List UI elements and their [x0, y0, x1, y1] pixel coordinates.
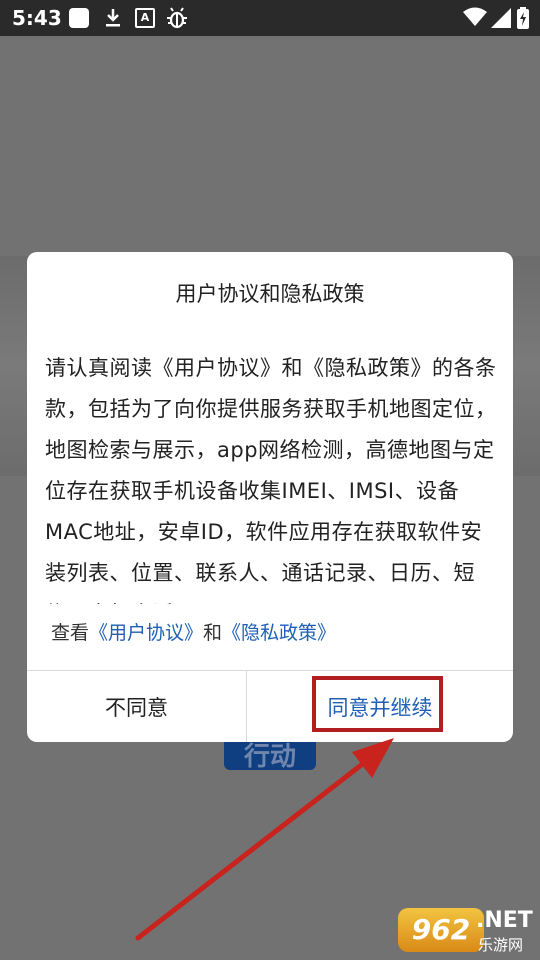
user-agreement-link[interactable]: 《用户协议》	[89, 622, 203, 644]
watermark-site-name: 乐游网	[478, 936, 524, 954]
square-notification-icon	[68, 7, 90, 29]
status-time: 5:43	[12, 6, 62, 30]
status-bar: 5:43 A	[0, 0, 540, 36]
bug-icon	[166, 7, 188, 29]
privacy-dialog: 用户协议和隐私政策 请认真阅读《用户协议》和《隐私政策》的各条款，包括为了向你提…	[27, 252, 513, 742]
download-icon	[102, 7, 124, 29]
privacy-policy-link[interactable]: 《隐私政策》	[222, 622, 336, 644]
wifi-icon	[462, 6, 488, 28]
highlight-box	[312, 676, 443, 732]
site-watermark: 962 .NET 乐游网	[398, 906, 536, 956]
links-prefix: 查看	[51, 622, 90, 644]
dialog-body-text[interactable]: 请认真阅读《用户协议》和《隐私政策》的各条款，包括为了向你提供服务获取手机地图定…	[45, 348, 500, 604]
a-badge-icon: A	[134, 7, 156, 29]
signal-icon	[490, 7, 512, 29]
dialog-links-row: 查看《用户协议》和《隐私政策》	[51, 618, 336, 645]
watermark-domain: .NET	[476, 908, 533, 933]
watermark-badge: 962	[398, 908, 484, 952]
links-and: 和	[203, 622, 223, 644]
disagree-button[interactable]: 不同意	[27, 671, 246, 742]
dialog-title: 用户协议和隐私政策	[175, 282, 365, 306]
battery-charging-icon	[516, 7, 530, 29]
